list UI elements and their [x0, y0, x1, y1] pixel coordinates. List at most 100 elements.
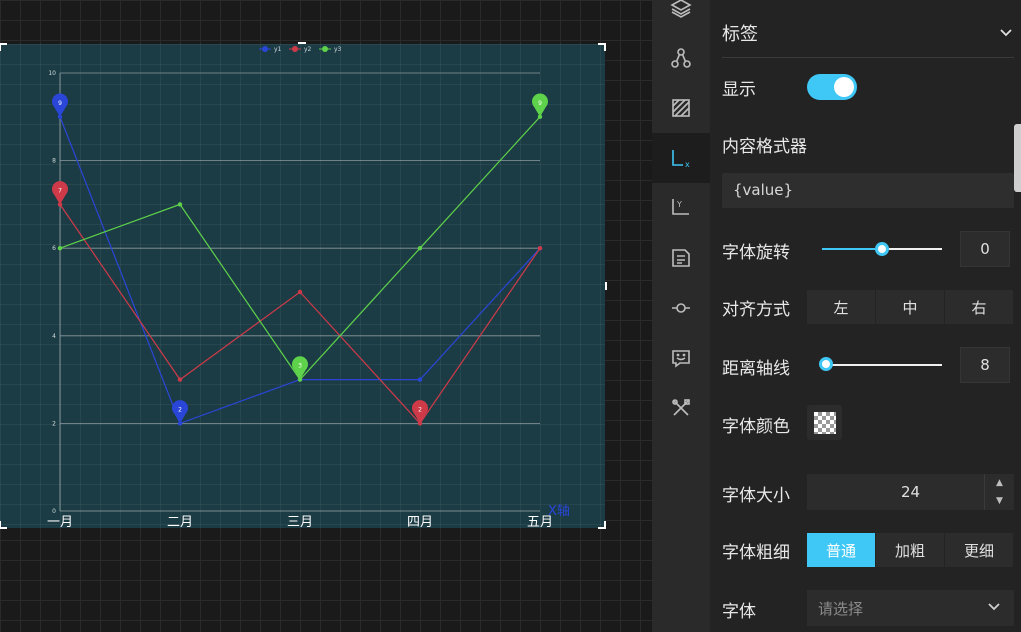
chevron-down-icon[interactable]: [998, 25, 1014, 41]
y-tick-label: 10: [48, 70, 56, 77]
align-label: 对齐方式: [722, 300, 790, 320]
weight-segmented: 普通 加粗 更细: [807, 533, 1014, 567]
x-axis-icon: x: [672, 150, 690, 169]
series-line: [59, 204, 541, 425]
nodes-icon: [671, 48, 691, 68]
marker-label: 3: [298, 363, 302, 370]
tooltip-icon: [672, 350, 690, 368]
data-point: [57, 246, 63, 251]
tools-icon: [672, 399, 690, 416]
x-tick-label: 一月: [47, 515, 73, 528]
stepper-down-icon[interactable]: ▼: [996, 496, 1003, 506]
font-label: 字体: [722, 602, 756, 622]
marker-label: 9: [538, 100, 542, 107]
x-tick-label: 二月: [167, 515, 193, 528]
distance-value-input[interactable]: 8: [960, 347, 1010, 383]
rail-item-layers[interactable]: [652, 0, 710, 33]
y-tick-label: 8: [52, 158, 56, 165]
distance-slider-thumb[interactable]: [819, 357, 833, 371]
align-segmented: 左 中 右: [807, 290, 1014, 324]
weight-normal-button[interactable]: 普通: [807, 533, 876, 567]
legend-label: y2: [304, 46, 312, 53]
data-point: [297, 289, 303, 295]
y-tick-label: 4: [52, 333, 56, 340]
distance-label: 距离轴线: [722, 359, 790, 379]
x-tick-label: 四月: [407, 515, 433, 528]
font-family-select[interactable]: 请选择: [807, 590, 1014, 626]
data-point: [417, 377, 423, 382]
rotate-slider-thumb[interactable]: [875, 242, 889, 256]
distance-slider-track[interactable]: [826, 364, 942, 366]
transparent-swatch: [813, 411, 836, 434]
data-point: [537, 246, 543, 251]
legend-symbol: [262, 46, 268, 52]
resize-handle-top-left[interactable]: [0, 43, 7, 51]
font-color-picker[interactable]: [807, 405, 842, 440]
align-left-button[interactable]: 左: [807, 290, 876, 324]
show-row: 显示: [722, 75, 1021, 100]
line-chart: 0246810一月 二月 三月 四月 五月X轴y1 y2 y3927239: [47, 46, 570, 528]
line-point-icon: [672, 303, 690, 313]
y-tick-label: 0: [52, 508, 56, 515]
y-tick-label: 2: [52, 420, 56, 427]
x-axis-title: X轴: [548, 504, 570, 519]
toggle-knob: [834, 77, 854, 97]
design-canvas[interactable]: 0 2 4 6 8 10 一月 二月 三月 四月 五月 X轴 y1 y2 y3 9 2 7 2 3 9: [0, 0, 652, 632]
legend-label: y3: [334, 46, 342, 53]
x-tick-label: 三月: [287, 515, 313, 528]
font-size-value: 24: [900, 483, 921, 501]
rotate-value-input[interactable]: 0: [960, 231, 1010, 267]
show-toggle[interactable]: [807, 74, 857, 100]
rail-item-x-axis[interactable]: x: [652, 133, 710, 183]
align-right-button[interactable]: 右: [945, 290, 1014, 324]
y-tick-label: 6: [52, 245, 56, 252]
rail-item-legend[interactable]: [652, 233, 710, 283]
line-chart-widget[interactable]: 0 2 4 6 8 10 一月 二月 三月 四月 五月 X轴 y1 y2 y3 9 2 7 2 3 9: [0, 42, 607, 529]
weight-label: 字体粗细: [722, 543, 790, 563]
marker-label: 2: [418, 406, 422, 413]
weight-bold-button[interactable]: 加粗: [876, 533, 945, 567]
font-size-stepper: ▲ ▼: [984, 474, 1014, 510]
resize-handle-bottom-right[interactable]: [598, 521, 606, 529]
rail-item-point[interactable]: [652, 283, 710, 333]
font-select-placeholder: 请选择: [818, 600, 864, 618]
rail-item-y-axis[interactable]: Y: [652, 183, 710, 233]
size-label: 字体大小: [722, 486, 790, 506]
rail-item-tools[interactable]: [652, 383, 710, 433]
side-drawer-tab[interactable]: [1014, 124, 1021, 192]
resize-handle-bottom-left[interactable]: [0, 521, 7, 529]
section-label-header[interactable]: 标签: [722, 8, 1014, 58]
color-row: 字体颜色: [722, 412, 1021, 437]
marker-label: 2: [178, 406, 182, 413]
weight-lighter-button[interactable]: 更细: [945, 533, 1014, 567]
legend-symbol: [292, 46, 298, 52]
font-size-input[interactable]: 24 ▲ ▼: [807, 474, 1014, 510]
color-label: 字体颜色: [722, 417, 790, 437]
show-label: 显示: [722, 80, 756, 100]
legend-label: y1: [274, 46, 282, 53]
section-title: 标签: [722, 23, 758, 45]
legend-list-icon: [672, 249, 690, 267]
align-center-button[interactable]: 中: [876, 290, 945, 324]
layers-icon: [670, 0, 692, 18]
marker-label: 7: [58, 187, 62, 194]
data-point: [417, 246, 423, 251]
data-point: [177, 377, 183, 382]
stepper-up-icon[interactable]: ▲: [996, 478, 1003, 488]
resize-handle-right[interactable]: [605, 282, 607, 290]
data-point: [177, 202, 183, 207]
marker-label: 9: [58, 100, 62, 107]
svg-text:x: x: [685, 160, 690, 169]
rail-item-grid[interactable]: [652, 83, 710, 133]
chevron-down-icon: [988, 603, 1000, 611]
formatter-row: 内容格式器: [722, 132, 1021, 157]
rail-item-tooltip[interactable]: [652, 333, 710, 383]
rotate-slider-fill: [822, 248, 882, 250]
properties-panel: 标签 显示 内容格式器 {value} 字体旋转 0 对齐方式 左 中 右 距离…: [710, 0, 1021, 632]
config-icon-rail: x Y: [652, 0, 710, 632]
rail-item-nodes[interactable]: [652, 33, 710, 83]
formatter-input[interactable]: {value}: [722, 173, 1014, 208]
y-axis-icon: Y: [672, 199, 689, 215]
resize-handle-top[interactable]: [298, 42, 306, 44]
resize-handle-top-right[interactable]: [598, 43, 606, 51]
